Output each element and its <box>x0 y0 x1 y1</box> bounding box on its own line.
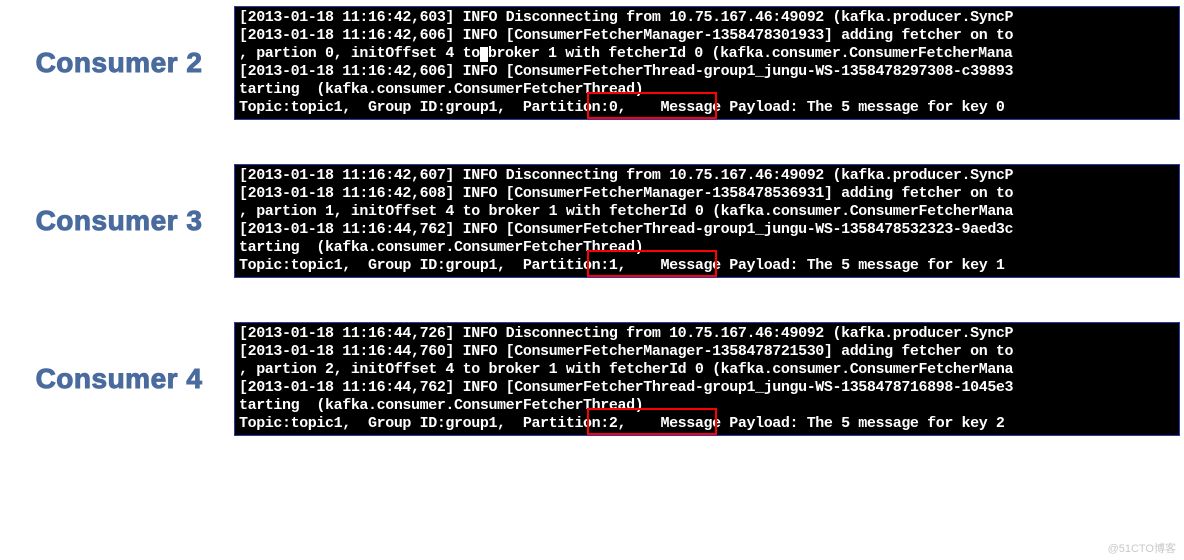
consumer-label: Consumer 3 <box>4 205 234 237</box>
consumer-label: Consumer 4 <box>4 363 234 395</box>
watermark: @51CTO博客 <box>1108 540 1176 556</box>
consumer-row-3: Consumer 3 [2013-01-18 11:16:42,607] INF… <box>4 164 1180 278</box>
consumer-label: Consumer 2 <box>4 47 234 79</box>
terminal-panel: [2013-01-18 11:16:42,607] INFO Disconnec… <box>234 164 1180 278</box>
terminal-panel: [2013-01-18 11:16:44,726] INFO Disconnec… <box>234 322 1180 436</box>
terminal-output: [2013-01-18 11:16:42,603] INFO Disconnec… <box>239 9 1175 117</box>
terminal-panel: [2013-01-18 11:16:42,603] INFO Disconnec… <box>234 6 1180 120</box>
consumer-row-4: Consumer 4 [2013-01-18 11:16:44,726] INF… <box>4 322 1180 436</box>
text-cursor <box>480 47 488 62</box>
consumer-row-2: Consumer 2 [2013-01-18 11:16:42,603] INF… <box>4 6 1180 120</box>
terminal-output: [2013-01-18 11:16:44,726] INFO Disconnec… <box>239 325 1175 433</box>
terminal-output: [2013-01-18 11:16:42,607] INFO Disconnec… <box>239 167 1175 275</box>
